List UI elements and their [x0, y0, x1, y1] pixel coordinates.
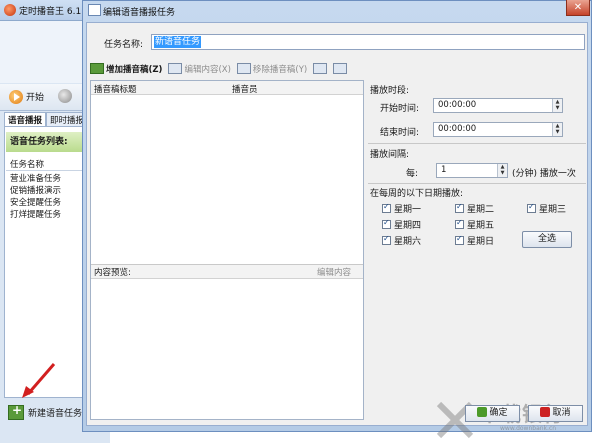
weekday-checkbox-sat[interactable]: 星期六 — [382, 234, 421, 247]
divider — [368, 143, 586, 144]
new-voice-task-label: 新建语音任务 — [28, 408, 83, 419]
start-time-input[interactable]: 00:00:00 ▲ ▼ — [433, 98, 563, 113]
script-toolbar: 增加播音稿(Z) 编辑内容(X) 移除播音稿(Y) — [90, 60, 364, 77]
weekdays-section-label: 在每周的以下日期播放: — [370, 189, 464, 199]
play-icon — [9, 89, 23, 104]
checkbox-checked-icon — [527, 202, 536, 213]
column-script-title[interactable]: 播音稿标题 — [94, 83, 137, 95]
weekday-label: 星期四 — [394, 221, 422, 231]
interval-input[interactable]: 1 ▲ ▼ — [436, 163, 508, 178]
weekday-label: 星期日 — [467, 237, 495, 247]
spin-arrows-icon[interactable]: ▲ ▼ — [497, 164, 507, 177]
task-name-input[interactable] — [151, 34, 585, 50]
tab-voice-broadcast[interactable]: 语音播报 — [4, 112, 47, 126]
preview-edit-link[interactable]: 编辑内容 — [317, 266, 351, 278]
dialog-title: 编辑语音播报任务 — [103, 8, 176, 18]
remove-script-button[interactable]: 移除播音稿(Y) — [236, 63, 308, 75]
edit-content-label: 编辑内容(X) — [184, 64, 231, 75]
task-name-value[interactable]: 新语音任务 — [154, 36, 202, 48]
end-time-label: 结束时间: — [380, 128, 420, 138]
spin-arrows-icon[interactable]: ▲ ▼ — [552, 123, 562, 136]
weekday-checkbox-tue[interactable]: 星期二 — [455, 202, 494, 215]
new-voice-task-button[interactable]: 新建语音任务 — [8, 403, 82, 421]
checkbox-checked-icon — [455, 234, 464, 245]
start-time-label: 开始时间: — [380, 104, 420, 114]
weekday-checkbox-thu[interactable]: 星期四 — [382, 218, 421, 231]
main-tabs: 语音播报 即时播报 — [4, 112, 89, 126]
weekday-label: 星期三 — [539, 205, 567, 215]
start-button-label: 开始 — [26, 93, 45, 103]
divider — [368, 183, 586, 184]
weekday-label: 星期一 — [394, 205, 422, 215]
column-announcer[interactable]: 播音员 — [232, 83, 258, 95]
interval-suffix: (分钟) 播放一次 — [512, 169, 576, 179]
pause-icon[interactable] — [58, 89, 72, 103]
interval-value: 1 — [441, 165, 447, 175]
end-time-input[interactable]: 00:00:00 ▲ ▼ — [433, 122, 563, 137]
weekday-label: 星期二 — [467, 205, 495, 215]
weekday-checkbox-fri[interactable]: 星期五 — [455, 218, 494, 231]
add-task-icon — [8, 403, 24, 420]
dialog-window-icon — [88, 4, 101, 16]
ok-label: 确定 — [489, 408, 508, 418]
close-button[interactable]: ✕ — [566, 0, 590, 16]
checkbox-checked-icon — [382, 234, 391, 245]
schedule-section-label: 播放时段: — [370, 86, 410, 96]
ok-button[interactable]: 确定 — [465, 405, 520, 422]
check-icon — [477, 407, 488, 417]
edit-icon — [168, 63, 183, 74]
checkbox-checked-icon — [455, 218, 464, 229]
move-up-icon[interactable] — [313, 63, 328, 74]
checkbox-checked-icon — [382, 202, 391, 213]
start-button[interactable]: 开始 — [9, 88, 44, 105]
interval-every-label: 每: — [406, 169, 419, 179]
start-time-value: 00:00:00 — [438, 100, 477, 110]
checkbox-checked-icon — [382, 218, 391, 229]
weekday-checkbox-mon[interactable]: 星期一 — [382, 202, 421, 215]
red-arrow-annotation — [22, 363, 56, 398]
remove-icon — [236, 63, 251, 74]
checkbox-checked-icon — [455, 202, 464, 213]
weekday-checkbox-wed[interactable]: 星期三 — [527, 202, 566, 215]
cancel-button[interactable]: 取消 — [528, 405, 583, 422]
weekday-label: 星期五 — [467, 221, 495, 231]
add-script-icon — [90, 63, 104, 74]
weekday-checkbox-sun[interactable]: 星期日 — [455, 234, 494, 247]
task-name-label: 任务名称: — [104, 40, 144, 50]
weekday-label: 星期六 — [394, 237, 422, 247]
watermark-url: www.downbank.cn — [500, 425, 557, 432]
content-preview-label: 内容预览: — [94, 268, 131, 278]
cancel-icon — [540, 407, 551, 417]
edit-content-button[interactable]: 编辑内容(X) — [168, 63, 231, 75]
script-list-pane[interactable] — [90, 80, 364, 420]
cancel-label: 取消 — [552, 408, 571, 418]
interval-section-label: 播放间隔: — [370, 150, 410, 160]
move-down-icon[interactable] — [333, 63, 348, 74]
add-script-button[interactable]: 增加播音稿(Z) — [90, 63, 162, 75]
select-all-button[interactable]: 全选 — [522, 231, 572, 248]
app-icon — [4, 4, 16, 16]
spin-arrows-icon[interactable]: ▲ ▼ — [552, 99, 562, 112]
add-script-label: 增加播音稿(Z) — [106, 64, 163, 75]
end-time-value: 00:00:00 — [438, 124, 477, 134]
remove-script-label: 移除播音稿(Y) — [252, 64, 308, 75]
